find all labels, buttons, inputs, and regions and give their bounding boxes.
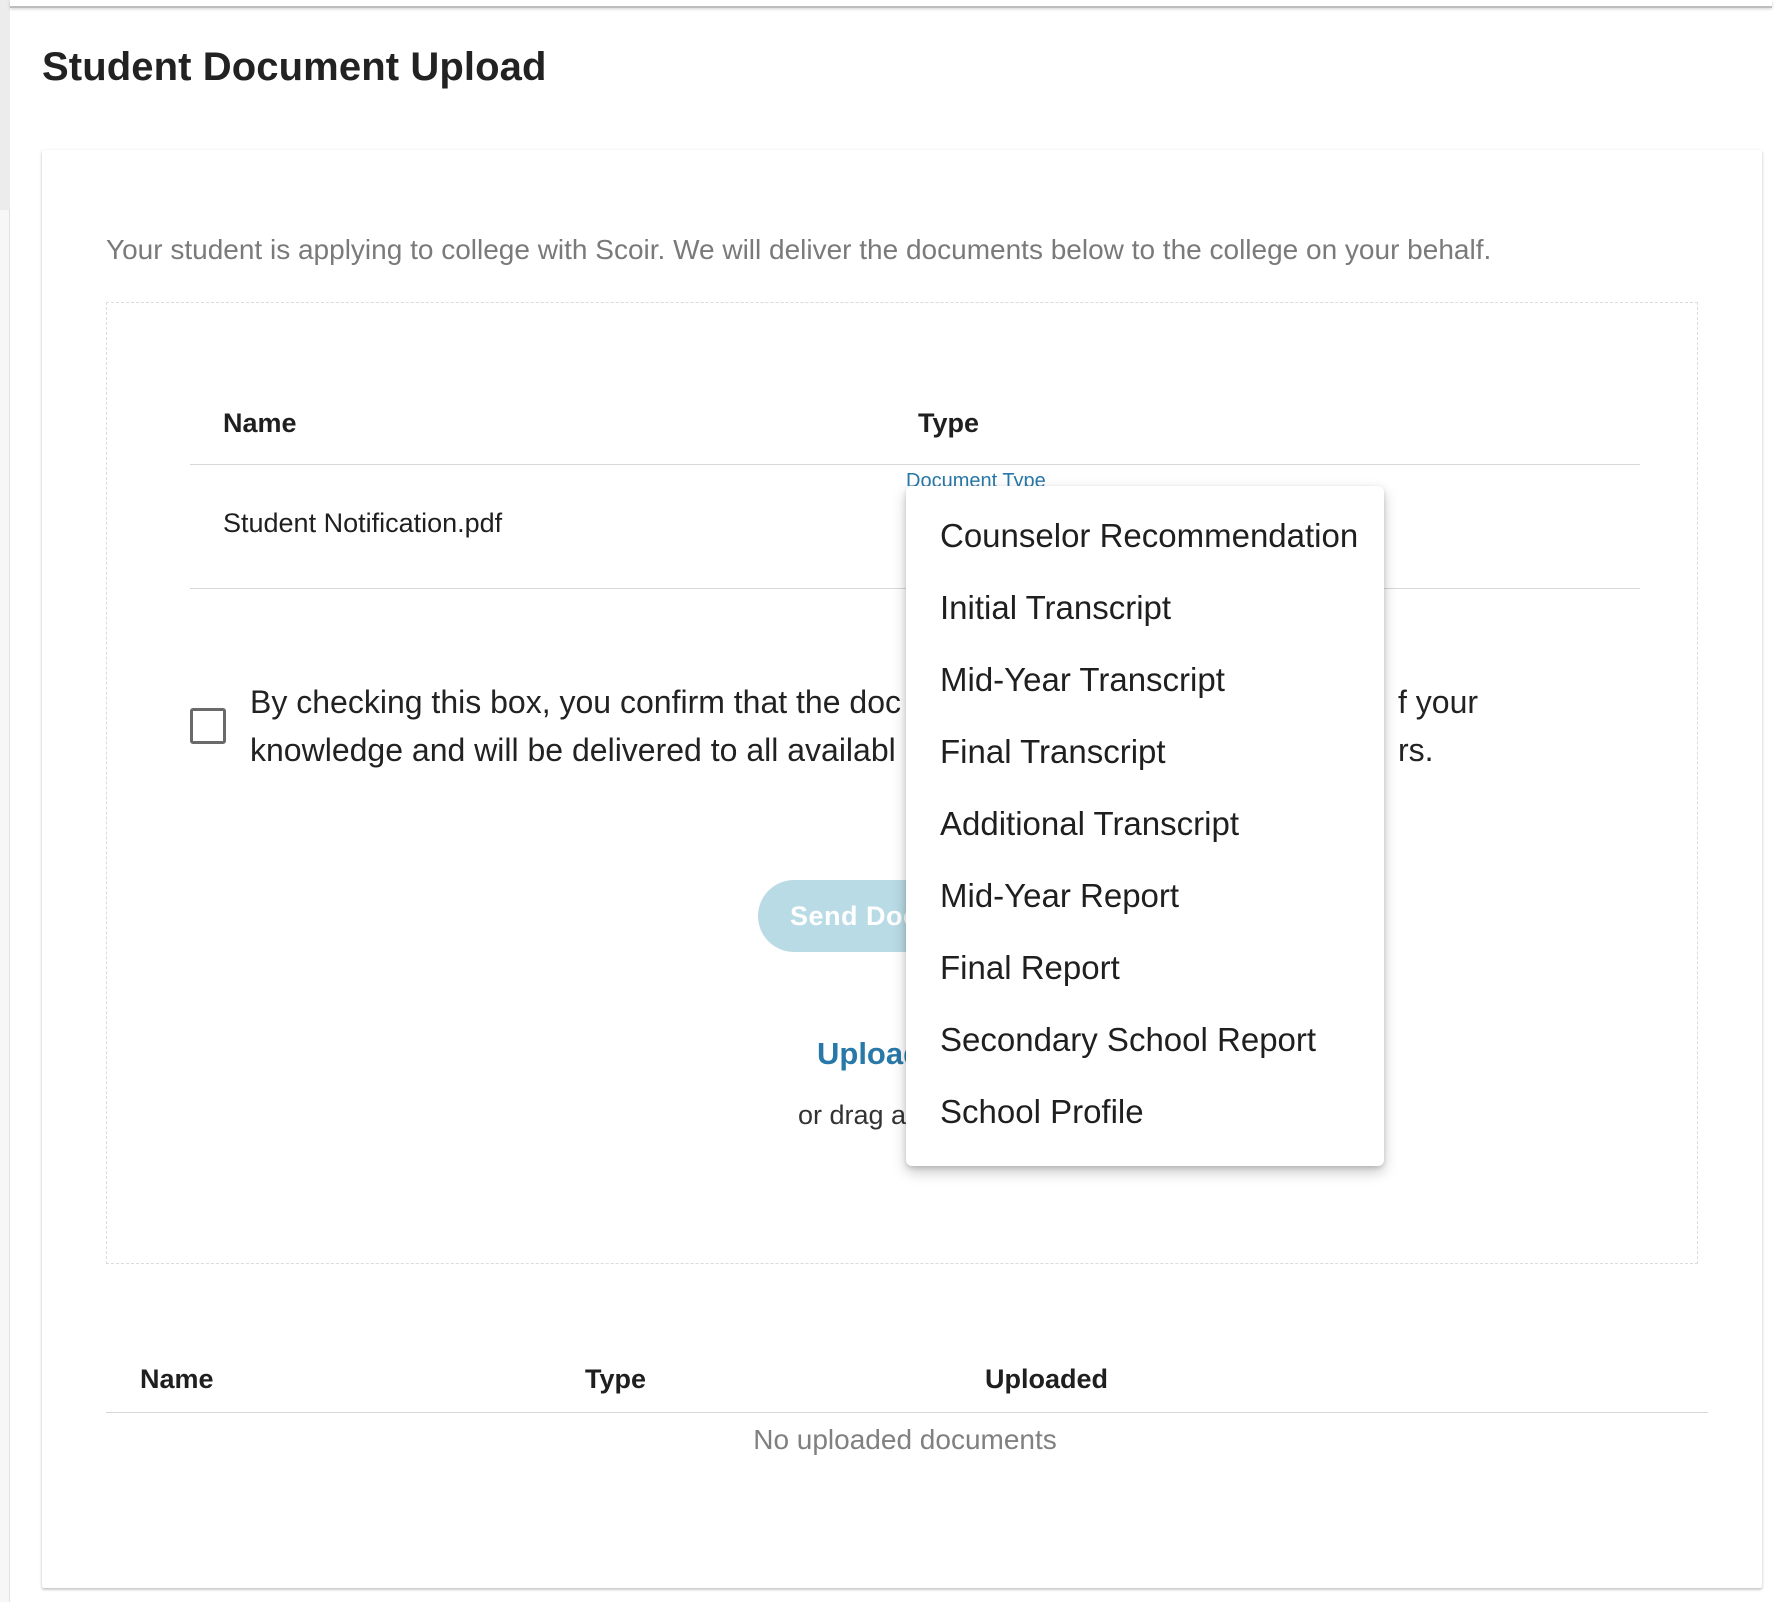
document-type-menu: Counselor Recommendation Initial Transcr… <box>906 486 1384 1166</box>
empty-uploads-message: No uploaded documents <box>753 1424 1057 1455</box>
drag-hint: or drag a <box>798 1100 907 1130</box>
menu-item-final-report[interactable]: Final Report <box>906 940 1384 1012</box>
pending-name-header: Name <box>223 408 297 438</box>
menu-item-mid-year-report[interactable]: Mid-Year Report <box>906 868 1384 940</box>
uploaded-name-header: Name <box>140 1364 214 1394</box>
uploaded-type-header: Type <box>585 1364 647 1394</box>
confirm-line-2-tail: rs. <box>1398 732 1434 768</box>
confirm-checkbox[interactable] <box>190 708 226 744</box>
left-panel-edge <box>0 0 10 1602</box>
uploaded-date-header: Uploaded <box>985 1364 1109 1394</box>
menu-item-secondary-school-report[interactable]: Secondary School Report <box>906 1012 1384 1084</box>
intro-text: Your student is applying to college with… <box>106 234 1492 265</box>
menu-item-school-profile[interactable]: School Profile <box>906 1084 1384 1156</box>
menu-item-additional-transcript[interactable]: Additional Transcript <box>906 796 1384 868</box>
confirm-line-1-tail: f your <box>1398 684 1479 720</box>
page-title: Student Document Upload <box>42 45 547 89</box>
menu-item-final-transcript[interactable]: Final Transcript <box>906 724 1384 796</box>
document-type-select-label[interactable]: Document Type <box>906 470 1046 486</box>
top-card-edge <box>10 0 1772 8</box>
confirm-line-2: knowledge and will be delivered to all a… <box>250 732 896 768</box>
menu-item-counselor-recommendation[interactable]: Counselor Recommendation <box>906 508 1384 580</box>
left-panel-edge-shade <box>0 0 10 210</box>
pending-header-divider <box>190 464 1640 465</box>
pending-type-header: Type <box>918 408 980 438</box>
confirm-line-1: By checking this box, you confirm that t… <box>250 684 901 720</box>
menu-item-mid-year-transcript[interactable]: Mid-Year Transcript <box>906 652 1384 724</box>
uploaded-header-divider <box>106 1412 1708 1413</box>
pending-file-name: Student Notification.pdf <box>223 508 503 538</box>
menu-item-initial-transcript[interactable]: Initial Transcript <box>906 580 1384 652</box>
